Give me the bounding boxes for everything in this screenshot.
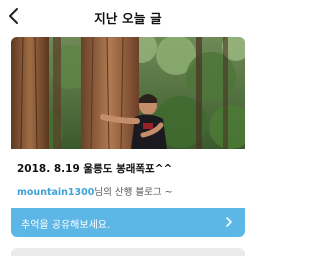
navigation-bar: 지난 오늘 글 bbox=[0, 0, 256, 34]
chevron-right-icon bbox=[226, 217, 232, 227]
post-photo[interactable] bbox=[11, 37, 245, 149]
post-source: mountain1300님의 산행 블로그 ~ bbox=[17, 184, 173, 198]
page-title: 지난 오늘 글 bbox=[94, 11, 162, 26]
memories-screen: 지난 오늘 글 2018. 8.19 울릉도 봉래폭포^^ mountain13… bbox=[0, 0, 256, 256]
post-title[interactable]: 2018. 8.19 울릉도 봉래폭포^^ bbox=[17, 161, 172, 176]
forest-photo-image bbox=[11, 37, 245, 149]
blog-suffix: 님의 산행 블로그 ~ bbox=[94, 187, 173, 198]
next-memory-card[interactable] bbox=[11, 248, 245, 256]
share-memory-button[interactable]: 추억을 공유해보세요. bbox=[11, 208, 245, 237]
share-memory-label: 추억을 공유해보세요. bbox=[21, 220, 111, 231]
blogger-name[interactable]: mountain1300 bbox=[17, 187, 94, 198]
memory-card[interactable]: 2018. 8.19 울릉도 봉래폭포^^ mountain1300님의 산행 … bbox=[0, 34, 256, 244]
